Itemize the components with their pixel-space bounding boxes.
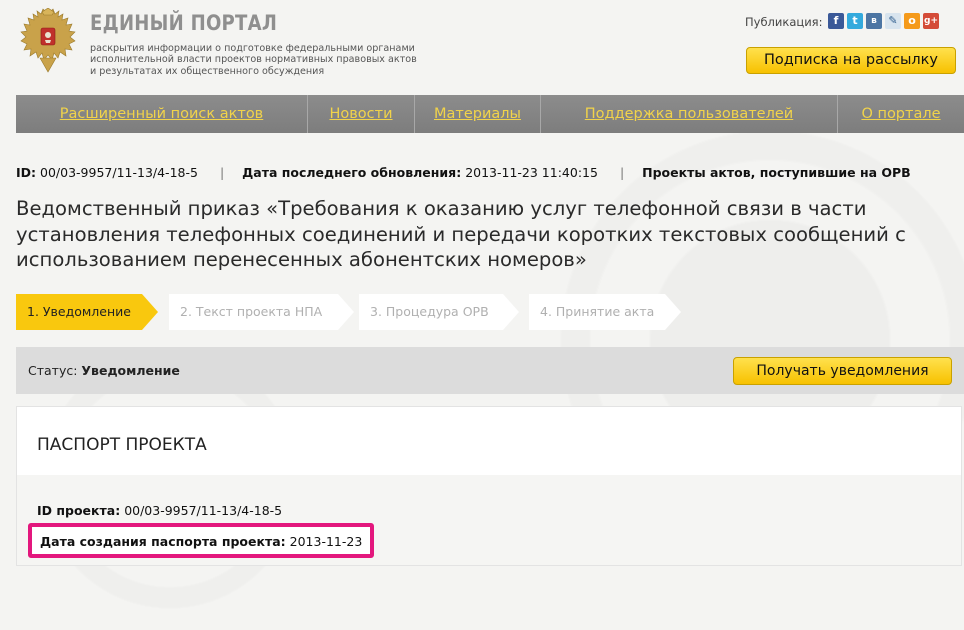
project-id-field: ID проекта: 00/03-9957/11-13/4-18-5	[37, 503, 282, 518]
created-date-value: 2013-11-23	[289, 534, 363, 549]
publication-label: Публикация:	[745, 15, 823, 29]
nav-item-about[interactable]: О портале	[838, 95, 964, 133]
portal-title: ЕДИНЫЙ ПОРТАЛ	[90, 11, 278, 35]
status-label: Статус:	[28, 363, 78, 378]
nav-item-news[interactable]: Новости	[308, 95, 415, 133]
project-passport-panel: ПАСПОРТ ПРОЕКТА ID проекта: 00/03-9957/1…	[16, 406, 962, 566]
divider: |	[619, 165, 625, 180]
divider: |	[219, 165, 225, 180]
odnoklassniki-icon[interactable]: о	[904, 13, 920, 29]
twitter-icon[interactable]: t	[847, 13, 863, 29]
id-value: 00/03-9957/11-13/4-18-5	[40, 165, 198, 180]
nav-item-advanced-search[interactable]: Расширенный поиск актов	[16, 95, 308, 133]
facebook-icon[interactable]: f	[828, 13, 844, 29]
document-title: Ведомственный приказ «Требования к оказа…	[16, 197, 906, 271]
id-label: ID:	[16, 165, 37, 180]
project-id-value: 00/03-9957/11-13/4-18-5	[124, 503, 283, 518]
google-plus-icon[interactable]: g+	[923, 13, 939, 29]
subscribe-button[interactable]: Подписка на рассылку	[746, 47, 956, 74]
panel-title: ПАСПОРТ ПРОЕКТА	[37, 435, 207, 455]
passport-created-date-field: Дата создания паспорта проекта: 2013-11-…	[28, 523, 375, 558]
get-notifications-button[interactable]: Получать уведомления	[733, 357, 952, 385]
subtitle-line: раскрытия информации о подготовке федера…	[90, 43, 415, 54]
created-date-label: Дата создания паспорта проекта:	[40, 534, 286, 549]
vkontakte-icon[interactable]: в	[866, 13, 882, 29]
panel-header: ПАСПОРТ ПРОЕКТА	[17, 407, 961, 476]
step-draft-text[interactable]: 2. Текст проекта НПА	[169, 294, 354, 330]
portal-subtitle: раскрытия информации о подготовке федера…	[90, 43, 430, 77]
updated-label: Дата последнего обновления:	[242, 165, 462, 180]
status-value: Уведомление	[81, 363, 180, 378]
subtitle-line: исполнительной власти проектов нормативн…	[90, 54, 417, 66]
step-orv-procedure[interactable]: 3. Процедура ОРВ	[359, 294, 519, 330]
main-nav: Расширенный поиск актов Новости Материал…	[16, 95, 964, 133]
step-act-adoption[interactable]: 4. Принятие акта	[529, 294, 681, 330]
category-label[interactable]: Проекты актов, поступившие на ОРВ	[642, 165, 911, 180]
nav-item-user-support[interactable]: Поддержка пользователей	[541, 95, 838, 133]
status-text: Статус: Уведомление	[28, 363, 180, 378]
step-notification[interactable]: 1. Уведомление	[16, 294, 158, 330]
document-meta: ID: 00/03-9957/11-13/4-18-5 | Дата после…	[16, 165, 911, 180]
updated-value: 2013-11-23 11:40:15	[465, 165, 598, 180]
coat-of-arms-logo[interactable]	[16, 8, 80, 74]
social-share-icons: f t в ✎ о g+	[828, 13, 939, 29]
panel-body: ID проекта: 00/03-9957/11-13/4-18-5 Дата…	[17, 475, 961, 565]
project-id-label: ID проекта:	[37, 503, 121, 518]
nav-item-materials[interactable]: Материалы	[415, 95, 541, 133]
subtitle-line: и результатах их общественного обсуждени…	[90, 65, 325, 77]
livejournal-icon[interactable]: ✎	[885, 13, 901, 29]
